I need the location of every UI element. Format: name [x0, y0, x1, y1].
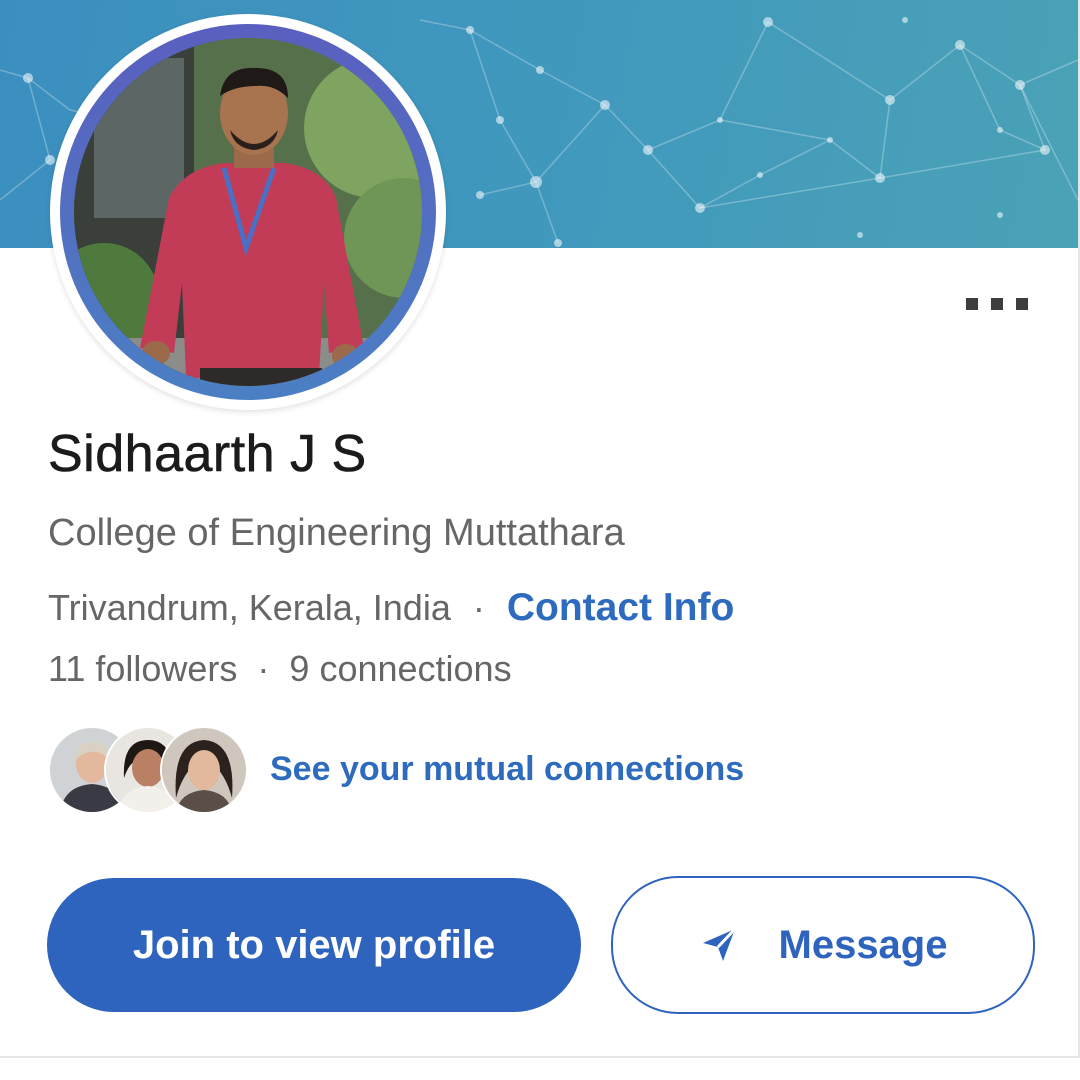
- mutual-avatar: [160, 726, 248, 814]
- message-button-label: Message: [778, 922, 948, 967]
- profile-location: Trivandrum, Kerala, India: [48, 587, 451, 628]
- separator-dot: ·: [472, 587, 485, 628]
- contact-info-link[interactable]: Contact Info: [507, 586, 734, 630]
- separator-dot: ·: [257, 648, 270, 689]
- mutual-connections-link[interactable]: See your mutual connections: [270, 750, 744, 789]
- profile-avatar[interactable]: [50, 14, 446, 410]
- location-row: Trivandrum, Kerala, India · Contact Info: [48, 586, 734, 630]
- message-button[interactable]: Message: [611, 876, 1035, 1014]
- more-dots-icon: [1016, 298, 1028, 310]
- profile-photo: [74, 38, 422, 386]
- profile-name: Sidhaarth J S: [48, 425, 367, 484]
- person-illustration: [74, 38, 422, 386]
- followers-count: 11 followers: [48, 648, 238, 689]
- join-to-view-profile-button[interactable]: Join to view profile: [47, 878, 581, 1012]
- connections-count: 9 connections: [289, 648, 512, 689]
- more-dots-icon: [966, 298, 978, 310]
- more-dots-icon: [991, 298, 1003, 310]
- more-options-button[interactable]: [966, 298, 1028, 312]
- avatar-border: [60, 24, 436, 400]
- mutual-connections[interactable]: See your mutual connections: [48, 724, 744, 814]
- mutual-avatars: [48, 724, 248, 814]
- stats-row: 11 followers · 9 connections: [48, 648, 512, 690]
- profile-headline: College of Engineering Muttathara: [48, 512, 625, 554]
- send-icon: [702, 927, 736, 961]
- profile-card: Sidhaarth J S College of Engineering Mut…: [0, 0, 1080, 1058]
